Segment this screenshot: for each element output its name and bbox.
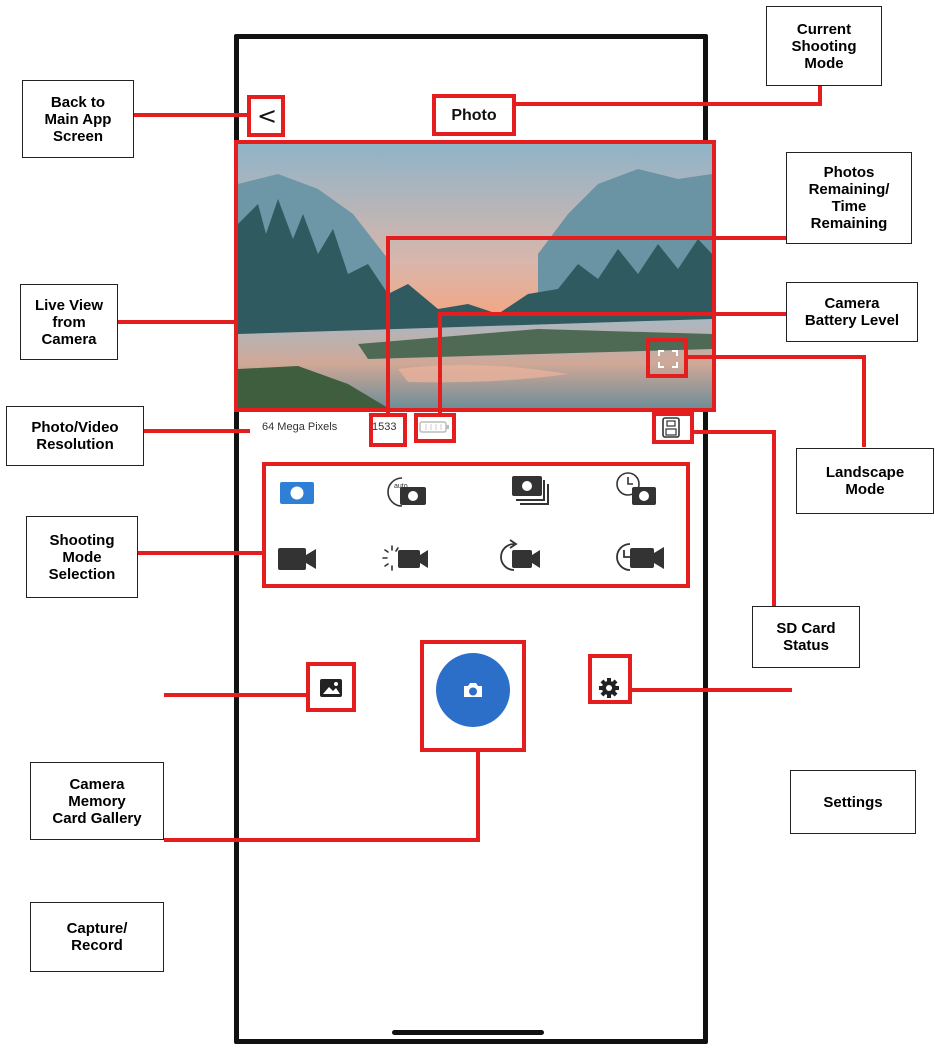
resolution-connector <box>134 429 250 433</box>
capture-connector-h <box>164 838 480 842</box>
callout-battery: Camera Battery Level <box>786 282 918 342</box>
callout-live-view: Live View from Camera <box>20 284 118 360</box>
back-connector <box>134 113 248 117</box>
remaining-connector-v <box>386 236 390 416</box>
callout-landscape: Landscape Mode <box>796 448 934 514</box>
mode-connector-v <box>818 86 822 106</box>
live-view-highlight <box>234 140 716 412</box>
callout-sd-card: SD Card Status <box>752 606 860 668</box>
capture-highlight <box>420 640 526 752</box>
remaining-connector-h <box>386 236 788 240</box>
gallery-highlight <box>306 662 356 712</box>
callout-photos-remaining: Photos Remaining/ Time Remaining <box>786 152 912 244</box>
callout-resolution: Photo/Video Resolution <box>6 406 144 466</box>
shooting-mode-highlight <box>262 462 690 588</box>
callout-settings: Settings <box>790 770 916 834</box>
remaining-highlight <box>369 413 407 447</box>
callout-gallery: Camera Memory Card Gallery <box>30 762 164 840</box>
callout-shooting-mode: Shooting Mode Selection <box>26 516 138 598</box>
back-highlight <box>247 95 285 137</box>
landscape-connector-v <box>862 355 866 447</box>
live-view-connector <box>118 320 238 324</box>
home-indicator <box>392 1030 544 1035</box>
sd-connector-v <box>772 430 776 610</box>
title-highlight <box>432 94 516 136</box>
landscape-connector-h <box>686 355 866 359</box>
landscape-highlight <box>646 338 688 378</box>
sd-card-highlight <box>652 412 694 444</box>
mode-connector-h <box>514 102 822 106</box>
shooting-connector <box>138 551 264 555</box>
capture-connector-v <box>476 750 480 842</box>
callout-back: Back to Main App Screen <box>22 80 134 158</box>
sd-connector-h <box>692 430 776 434</box>
battery-connector-h <box>438 312 788 316</box>
battery-connector-v <box>438 312 442 416</box>
settings-highlight <box>588 654 632 704</box>
battery-highlight <box>414 413 456 443</box>
callout-capture: Capture/ Record <box>30 902 164 972</box>
callout-current-mode: Current Shooting Mode <box>766 6 882 86</box>
gallery-connector <box>164 693 308 697</box>
resolution-label: 64 Mega Pixels <box>262 421 338 433</box>
settings-connector <box>630 688 792 692</box>
